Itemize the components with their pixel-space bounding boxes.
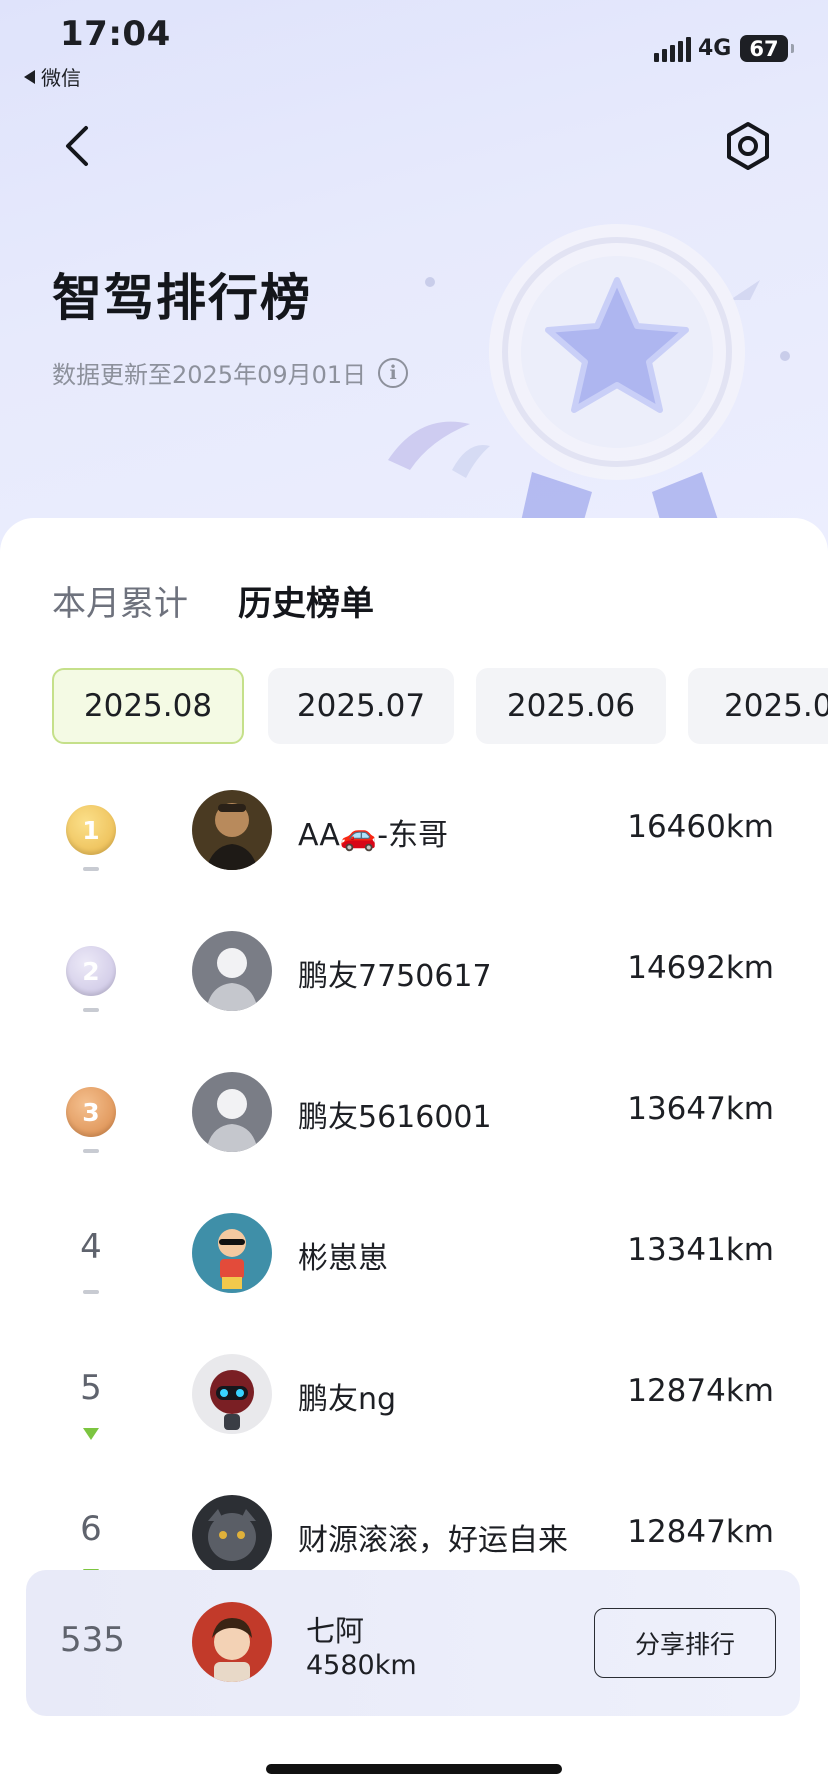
- chevron-left-icon: [66, 126, 88, 166]
- ranking-row[interactable]: 2 鹏友7750617 14692km: [0, 905, 828, 1046]
- user-name: 鹏友5616001: [298, 1100, 492, 1135]
- back-to-app[interactable]: 微信: [24, 62, 81, 91]
- hex-gear-icon: [727, 122, 769, 170]
- distance-value: 13341km: [627, 1232, 774, 1268]
- ranking-row[interactable]: 1 AA🚗-东哥 16460km: [0, 764, 828, 905]
- my-ranking-bar: 535 七阿 4580km 分享排行: [26, 1570, 800, 1716]
- bronze-medal-badge: 3: [66, 1087, 116, 1137]
- back-app-label: 微信: [41, 66, 81, 90]
- user-name: AA🚗-东哥: [298, 818, 449, 853]
- tab-history[interactable]: 历史榜单: [238, 576, 374, 625]
- rank-number: 5: [80, 1368, 102, 1408]
- user-name: 彬崽崽: [298, 1241, 388, 1276]
- month-chip-2025-07[interactable]: 2025.07: [268, 668, 454, 744]
- month-chip-2025-06[interactable]: 2025.06: [476, 668, 666, 744]
- distance-value: 14692km: [627, 950, 774, 986]
- home-indicator[interactable]: [266, 1764, 562, 1774]
- avatar[interactable]: [192, 1354, 272, 1434]
- avatar[interactable]: [192, 1495, 272, 1575]
- trend-flat-icon: [83, 1008, 99, 1012]
- distance-value: 12847km: [627, 1514, 774, 1550]
- user-name: 财源滚滚，好运自来: [298, 1523, 568, 1558]
- my-rank-number: 535: [60, 1620, 125, 1660]
- gold-medal-badge: 1: [66, 805, 116, 855]
- ranking-row[interactable]: 5 鹏友ng 12874km: [0, 1328, 828, 1469]
- distance-value: 13647km: [627, 1091, 774, 1127]
- ranking-list: 1 AA🚗-东哥 16460km 2 鹏友7750617 14692km 3 鹏…: [0, 764, 828, 1610]
- update-note: 数据更新至2025年09月01日: [52, 361, 367, 389]
- update-note-row: 数据更新至2025年09月01日 i: [52, 355, 409, 390]
- medal-illustration: [489, 224, 745, 560]
- avatar[interactable]: [192, 1072, 272, 1152]
- tab-monthly[interactable]: 本月累计: [52, 576, 188, 625]
- back-triangle-icon: [24, 69, 35, 84]
- my-avatar[interactable]: [192, 1602, 272, 1682]
- status-time: 17:04: [60, 14, 171, 54]
- avatar[interactable]: [192, 1213, 272, 1293]
- ranking-row[interactable]: 4 彬崽崽 13341km: [0, 1187, 828, 1328]
- month-selector[interactable]: 2025.08 2025.07 2025.06 2025.05: [52, 668, 828, 748]
- page-title: 智驾排行榜: [52, 269, 312, 327]
- rank-number: 4: [80, 1227, 102, 1267]
- network-type: 4G: [698, 36, 732, 61]
- trend-flat-icon: [83, 1149, 99, 1153]
- battery-icon: 67: [740, 35, 794, 62]
- distance-value: 16460km: [627, 809, 774, 845]
- month-chip-2025-08[interactable]: 2025.08: [52, 668, 244, 744]
- avatar[interactable]: [192, 790, 272, 870]
- ranking-row[interactable]: 3 鹏友5616001 13647km: [0, 1046, 828, 1187]
- trend-flat-icon: [83, 1290, 99, 1294]
- user-name: 鹏友ng: [298, 1382, 397, 1417]
- hero-header: 17:04 微信 4G 67 智驾排行榜 数据更新至2025年09月01日 i: [0, 0, 828, 560]
- signal-icon: [654, 36, 691, 62]
- distance-value: 12874km: [627, 1373, 774, 1409]
- battery-level: 67: [749, 36, 779, 61]
- my-name: 七阿: [306, 1614, 365, 1648]
- trend-down-icon: [83, 1428, 99, 1440]
- share-ranking-button[interactable]: 分享排行: [594, 1608, 776, 1678]
- tab-bar: 本月累计 历史榜单: [52, 576, 374, 625]
- trend-flat-icon: [83, 867, 99, 871]
- info-icon[interactable]: i: [378, 357, 409, 388]
- status-bar: 17:04 微信 4G 67: [0, 0, 828, 96]
- avatar[interactable]: [192, 931, 272, 1011]
- rank-number: 6: [80, 1509, 102, 1549]
- my-distance: 4580km: [306, 1650, 417, 1681]
- month-chip-2025-05[interactable]: 2025.05: [688, 668, 828, 744]
- user-name: 鹏友7750617: [298, 959, 492, 994]
- settings-button[interactable]: [722, 120, 774, 172]
- back-button[interactable]: [56, 118, 100, 174]
- silver-medal-badge: 2: [66, 946, 116, 996]
